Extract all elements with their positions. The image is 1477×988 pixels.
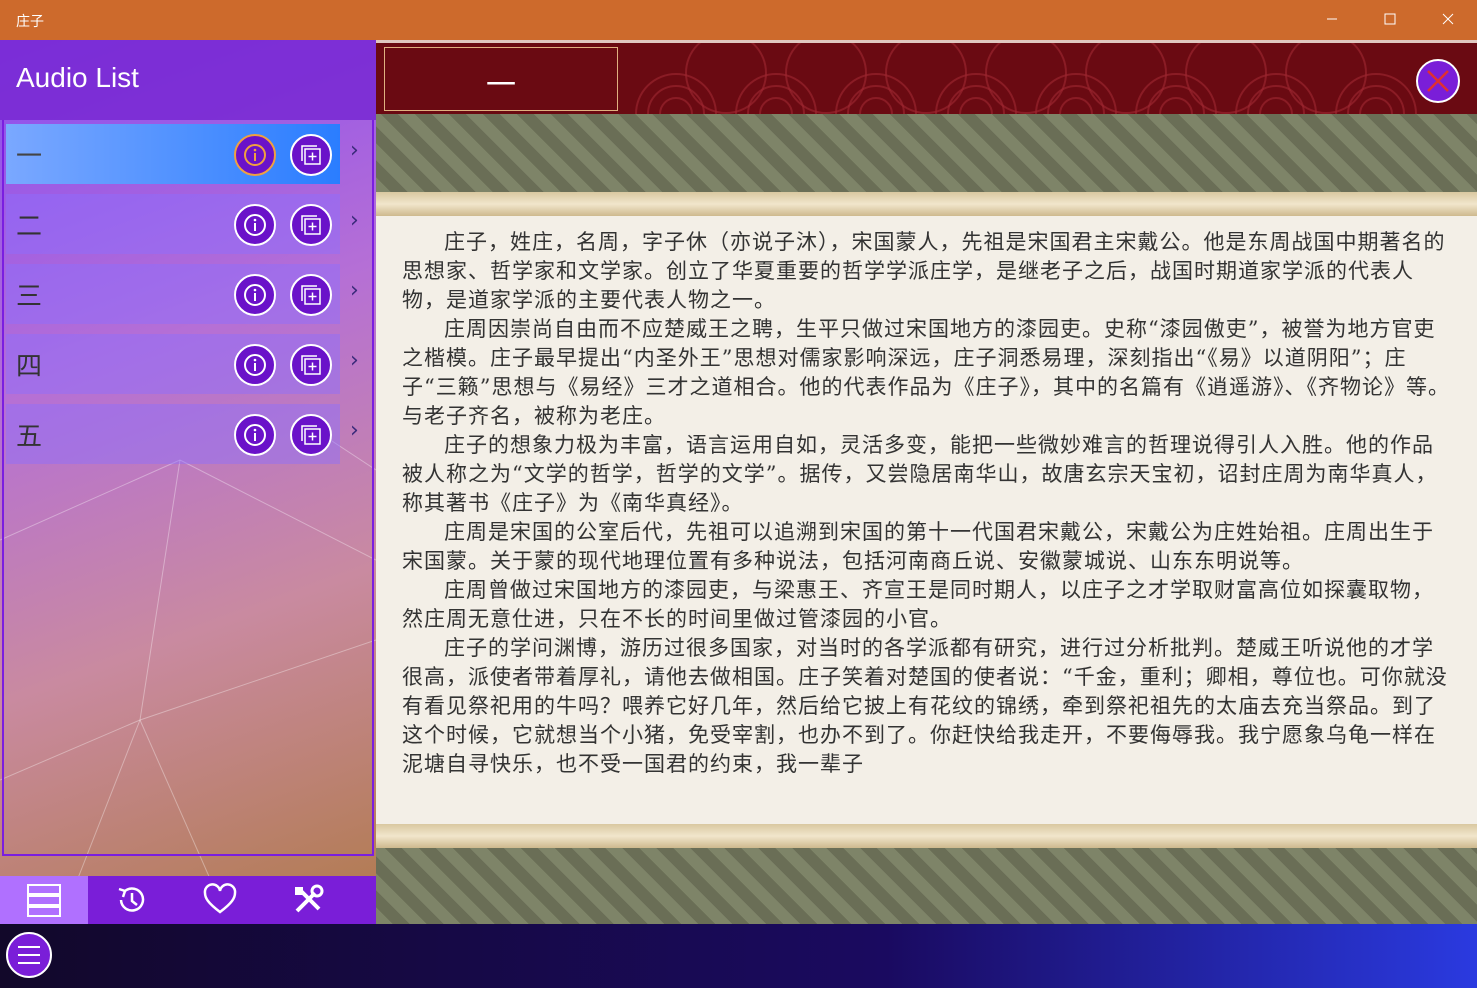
minimize-icon [1327, 18, 1337, 20]
tools-icon [295, 884, 324, 913]
list-item[interactable]: 四 › [6, 334, 359, 394]
minimize-button[interactable] [1303, 0, 1361, 40]
chapter-title-frame: 一 [384, 47, 618, 111]
maximize-button[interactable] [1361, 0, 1419, 40]
info-icon [244, 214, 266, 236]
add-playlist-icon [301, 355, 321, 375]
list-item[interactable]: 一 › [6, 124, 359, 184]
scroll-paper[interactable]: 庄子，姓庄，名周，字子休（亦说子沐），宋国蒙人，先祖是宋国君主宋戴公。他是东周战… [376, 216, 1477, 824]
chapter-title: 一 [486, 68, 516, 103]
window-titlebar: 庄子 [0, 0, 1477, 40]
item-label: 二 [16, 212, 43, 242]
info-icon [244, 424, 266, 446]
reader-topbar: 一 [376, 40, 1477, 114]
menu-button[interactable] [6, 932, 52, 978]
chevron-right-icon[interactable]: › [350, 418, 359, 443]
add-playlist-icon [301, 145, 321, 165]
add-playlist-icon [301, 425, 321, 445]
history-icon [118, 887, 145, 912]
window-title: 庄子 [16, 14, 44, 30]
add-to-playlist-button[interactable] [290, 134, 332, 176]
add-to-playlist-button[interactable] [290, 274, 332, 316]
info-button[interactable] [234, 344, 276, 386]
nav-favorites[interactable] [176, 876, 264, 924]
info-button[interactable] [234, 274, 276, 316]
paragraph: 庄周曾做过宋国地方的漆园吏，与梁惠王、齐宣王是同时期人，以庄子之才学取财富高位如… [402, 578, 1434, 631]
sidebar: Audio List 一 › 二 › 三 › 四 › 五 › [0, 40, 376, 924]
item-label: 三 [16, 282, 43, 312]
scroll-rod-bottom [376, 824, 1477, 848]
paragraph: 庄子的想象力极为丰富，语言运用自如，灵活多变，能把一些微妙难言的哲理说得引人入胜… [402, 433, 1438, 515]
sidebar-header: Audio List [0, 40, 376, 120]
add-to-playlist-button[interactable] [290, 204, 332, 246]
close-reader-button[interactable] [1416, 59, 1460, 103]
maximize-icon [1384, 13, 1396, 25]
add-playlist-icon [301, 285, 321, 305]
list-icon [27, 884, 61, 917]
item-label: 一 [16, 142, 43, 172]
add-playlist-icon [301, 215, 321, 235]
close-icon [1427, 70, 1449, 92]
article-text: 庄子，姓庄，名周，字子休（亦说子沐），宋国蒙人，先祖是宋国君主宋戴公。他是东周战… [376, 228, 1477, 779]
add-to-playlist-button[interactable] [290, 344, 332, 386]
scroll-rod-top [376, 192, 1477, 216]
audio-list: 一 › 二 › 三 › 四 › 五 › [2, 120, 374, 856]
nav-settings[interactable] [264, 876, 352, 924]
info-button[interactable] [234, 204, 276, 246]
chevron-right-icon[interactable]: › [350, 208, 359, 233]
paragraph: 庄周因崇尚自由而不应楚威王之聘，生平只做过宋国地方的漆园吏。史称“漆园傲吏”，被… [402, 317, 1450, 428]
nav-history[interactable] [88, 876, 176, 924]
reader-panel: 一 庄子，姓庄，名周，字子休（亦说子沐），宋国蒙人，先祖是宋国君主宋戴公。他是东… [376, 40, 1477, 924]
chevron-right-icon[interactable]: › [350, 278, 359, 303]
sidebar-title: Audio List [16, 62, 139, 93]
close-icon [1442, 13, 1454, 25]
footer-bar [0, 924, 1477, 988]
paragraph: 庄子，姓庄，名周，字子休（亦说子沐），宋国蒙人，先祖是宋国君主宋戴公。他是东周战… [402, 230, 1446, 312]
chevron-right-icon[interactable]: › [350, 138, 359, 163]
scroll-ornament-bottom [376, 848, 1477, 924]
info-icon [244, 144, 266, 166]
paragraph: 庄子的学问渊博，游历过很多国家，对当时的各学派都有研究，进行过分析批判。楚威王听… [402, 636, 1448, 776]
bottom-nav [0, 876, 376, 924]
scroll-ornament-top [376, 114, 1477, 194]
info-icon [244, 284, 266, 306]
info-button[interactable] [234, 134, 276, 176]
hamburger-icon [18, 946, 40, 964]
list-item[interactable]: 二 › [6, 194, 359, 254]
list-item[interactable]: 五 › [6, 404, 359, 464]
list-item[interactable]: 三 › [6, 264, 359, 324]
heart-icon [203, 883, 237, 914]
add-to-playlist-button[interactable] [290, 414, 332, 456]
chevron-right-icon[interactable]: › [350, 348, 359, 373]
info-icon [244, 354, 266, 376]
item-label: 四 [16, 352, 43, 382]
item-label: 五 [16, 422, 43, 452]
info-button[interactable] [234, 414, 276, 456]
close-window-button[interactable] [1419, 0, 1477, 40]
paragraph: 庄周是宋国的公室后代，先祖可以追溯到宋国的第十一代国君宋戴公，宋戴公为庄姓始祖。… [402, 520, 1434, 573]
nav-audio-list[interactable] [0, 876, 88, 924]
